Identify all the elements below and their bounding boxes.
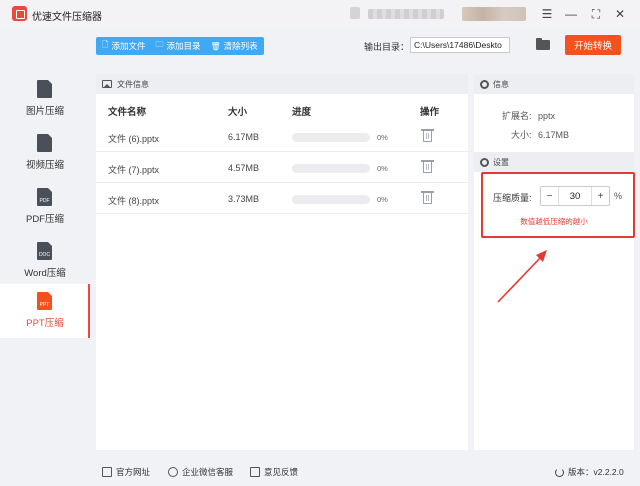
sidebar-item-ppt[interactable]: PPT PPT压缩 [0,284,90,338]
official-website-link[interactable]: 官方网址 [102,466,150,478]
pdf-file-icon: PDF [37,188,52,206]
clear-list-button[interactable]: 🗑 清除列表 [210,40,257,52]
app-logo-icon [12,6,27,21]
version-label: 版本：v2.2.2.0 [568,467,624,477]
sidebar-item-label: 视频压缩 [25,160,64,171]
size-line: 大小: 6.17MB [511,128,569,141]
image-icon [102,80,112,88]
feedback-icon [250,467,260,477]
app-title: 优速文件压缩器 [32,12,102,23]
wechat-support-link[interactable]: 企业微信客服 [168,466,233,478]
settings-header: 设置 [474,152,634,172]
decrease-button[interactable]: − [541,187,559,205]
table-row[interactable]: 文件 (8).pptx 3.73MB 0% [96,184,468,214]
add-file-button[interactable]: 🗋 添加文件 [102,39,145,53]
blurred-avatar [350,7,360,19]
progress-percent: 0% [377,164,388,173]
file-panel-header: 文件信息 [96,74,468,94]
open-folder-icon[interactable] [536,38,550,50]
progress-percent: 0% [377,195,388,204]
table-header: 文件名称 大小 进度 操作 [96,102,468,118]
info-settings-panel: 信息 扩展名: pptx 大小: 6.17MB 设置 [474,74,634,450]
col-action: 操作 [420,107,440,118]
close-icon[interactable]: ✕ [611,5,629,23]
refresh-icon[interactable] [555,467,564,477]
quality-hint: 数值越低压缩的越小 [520,217,588,226]
info-title: 信息 [493,79,509,89]
website-icon [102,467,112,477]
extension-label: 扩展名: [502,111,532,121]
table-row[interactable]: 文件 (6).pptx 6.17MB 0% [96,122,468,152]
blurred-user-info [462,7,526,21]
website-label: 官方网址 [116,467,151,477]
wechat-label: 企业微信客服 [182,467,234,477]
increase-button[interactable]: + [591,187,609,205]
file-name: 文件 (7).pptx [108,165,160,175]
file-name: 文件 (6).pptx [108,134,160,144]
sidebar-item-label: 图片压缩 [25,106,64,117]
video-file-icon [37,134,52,152]
progress-bar [292,133,370,142]
file-size: 6.17MB [228,132,260,142]
title-bar: 优速文件压缩器 ☰ — ⛶ ✕ [0,0,640,28]
settings-title: 设置 [493,157,509,167]
quality-value[interactable]: 30 [559,187,591,205]
image-file-icon [37,80,52,98]
delete-icon[interactable] [421,160,434,173]
menu-icon[interactable]: ☰ [538,5,556,23]
quality-label: 压缩质量: [493,193,532,203]
file-list-panel: 文件信息 文件名称 大小 进度 操作 文件 (6).pptx 6.17MB 0%… [96,74,468,450]
file-actions-group: 🗋 添加文件 🗀 添加目录 🗑 清除列表 [96,37,264,55]
col-progress: 进度 [292,107,312,118]
sidebar-item-label: PPT压缩 [26,318,64,329]
chat-icon [168,467,178,477]
ppt-file-icon: PPT [37,292,52,310]
size-value: 6.17MB [538,130,570,140]
file-icon: 🗋 [102,40,109,49]
delete-icon[interactable] [421,129,434,142]
sidebar: 图片压缩 视频压缩 PDF PDF压缩 DOC Word压缩 PPT PPT压缩 [0,64,90,458]
add-dir-button[interactable]: 🗀 添加目录 [155,39,200,53]
sidebar-item-video[interactable]: 视频压缩 [0,126,90,180]
sidebar-item-pdf[interactable]: PDF PDF压缩 [0,180,90,234]
folder-outline-icon: 🗀 [155,40,164,49]
extension-line: 扩展名: pptx [502,109,555,122]
extension-value: pptx [538,111,556,121]
minimize-icon[interactable]: — [562,5,580,23]
output-dir-label: 输出目录： [364,42,410,52]
size-label: 大小: [511,130,532,140]
col-size: 大小 [228,107,248,118]
progress-percent: 0% [377,133,388,142]
table-row[interactable]: 文件 (7).pptx 4.57MB 0% [96,153,468,183]
file-name: 文件 (8).pptx [108,196,160,206]
progress-bar [292,164,370,173]
file-panel-title: 文件信息 [117,79,149,89]
footer: 官方网址 企业微信客服 意见反馈 版本：v2.2.2.0 [0,458,640,486]
sidebar-item-label: Word压缩 [24,268,66,279]
sidebar-item-image[interactable]: 图片压缩 [0,72,90,126]
trash-small-icon: 🗑 [210,41,221,51]
col-name: 文件名称 [108,107,147,118]
feedback-link[interactable]: 意见反馈 [250,466,298,478]
file-size: 3.73MB [228,194,260,204]
gear-icon [480,79,489,89]
feedback-label: 意见反馈 [264,467,299,477]
doc-file-icon: DOC [37,242,52,260]
info-header: 信息 [474,74,634,94]
delete-icon[interactable] [421,191,434,204]
version-info: 版本：v2.2.2.0 [555,466,624,478]
sidebar-item-word[interactable]: DOC Word压缩 [0,234,90,288]
file-size: 4.57MB [228,163,260,173]
gear-icon [480,157,489,167]
start-convert-button[interactable]: 开始转换 [565,35,621,55]
sidebar-item-label: PDF压缩 [25,214,64,225]
quality-stepper[interactable]: − 30 + [540,186,610,206]
progress-bar [292,195,370,204]
output-path-field[interactable]: C:\Users\17486\Deskto [410,37,510,53]
percent-unit: % [614,191,623,201]
maximize-icon[interactable]: ⛶ [587,5,605,23]
blurred-account [368,9,444,19]
